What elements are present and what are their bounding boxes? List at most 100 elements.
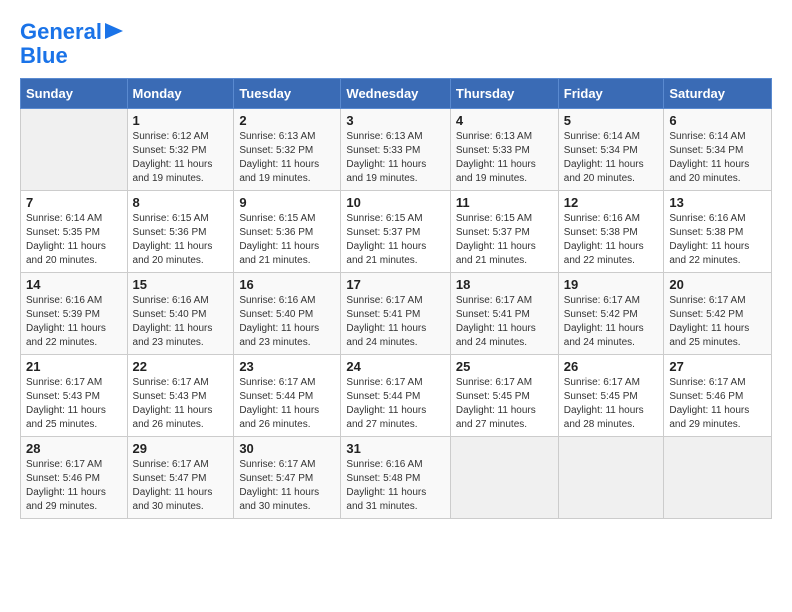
calendar-cell xyxy=(664,437,772,519)
day-info: Sunrise: 6:17 AMSunset: 5:44 PMDaylight:… xyxy=(239,376,335,432)
header-tuesday: Tuesday xyxy=(234,79,341,109)
day-number: 19 xyxy=(564,277,659,292)
day-number: 15 xyxy=(133,277,229,292)
header-sunday: Sunday xyxy=(21,79,128,109)
calendar-header-row: SundayMondayTuesdayWednesdayThursdayFrid… xyxy=(21,79,772,109)
day-number: 4 xyxy=(456,113,553,128)
calendar-body: 1 Sunrise: 6:12 AMSunset: 5:32 PMDaylight… xyxy=(21,109,772,519)
day-number: 29 xyxy=(133,441,229,456)
day-info: Sunrise: 6:16 AMSunset: 5:39 PMDaylight:… xyxy=(26,294,122,350)
calendar-cell: 21Sunrise: 6:17 AMSunset: 5:43 PMDayligh… xyxy=(21,355,128,437)
calendar-cell: 20 Sunrise: 6:17 AMSunset: 5:42 PMDayligh… xyxy=(664,273,772,355)
calendar-cell xyxy=(21,109,128,191)
day-number: 14 xyxy=(26,277,122,292)
day-number: 17 xyxy=(346,277,444,292)
day-number: 18 xyxy=(456,277,553,292)
day-info: Sunrise: 6:16 AMSunset: 5:48 PMDaylight:… xyxy=(346,458,444,514)
calendar-cell: 8 Sunrise: 6:15 AMSunset: 5:36 PMDaylight… xyxy=(127,191,234,273)
day-number: 2 xyxy=(239,113,335,128)
header: General Blue xyxy=(20,20,772,68)
day-number: 22 xyxy=(133,359,229,374)
calendar-cell: 12 Sunrise: 6:16 AMSunset: 5:38 PMDayligh… xyxy=(558,191,664,273)
calendar-cell: 28Sunrise: 6:17 AMSunset: 5:46 PMDayligh… xyxy=(21,437,128,519)
calendar-cell: 9Sunrise: 6:15 AMSunset: 5:36 PMDaylight… xyxy=(234,191,341,273)
day-number: 20 xyxy=(669,277,766,292)
calendar-cell: 31 Sunrise: 6:16 AMSunset: 5:48 PMDayligh… xyxy=(341,437,450,519)
day-info: Sunrise: 6:17 AMSunset: 5:45 PMDaylight:… xyxy=(456,376,553,432)
calendar-cell: 7 Sunrise: 6:14 AMSunset: 5:35 PMDaylight… xyxy=(21,191,128,273)
day-info: Sunrise: 6:15 AMSunset: 5:36 PMDaylight:… xyxy=(133,212,229,268)
calendar-cell: 15 Sunrise: 6:16 AMSunset: 5:40 PMDayligh… xyxy=(127,273,234,355)
day-number: 31 xyxy=(346,441,444,456)
day-info: Sunrise: 6:14 AMSunset: 5:35 PMDaylight:… xyxy=(26,212,122,268)
calendar-cell: 1 Sunrise: 6:12 AMSunset: 5:32 PMDaylight… xyxy=(127,109,234,191)
calendar-table: SundayMondayTuesdayWednesdayThursdayFrid… xyxy=(20,78,772,519)
calendar-cell: 10 Sunrise: 6:15 AMSunset: 5:37 PMDayligh… xyxy=(341,191,450,273)
day-number: 7 xyxy=(26,195,122,210)
day-info: Sunrise: 6:13 AMSunset: 5:33 PMDaylight:… xyxy=(456,130,553,186)
calendar-week-4: 21 Sunrise: 6:17 AMSunset: 5:43 PMDayligh… xyxy=(21,355,772,437)
day-number: 16 xyxy=(239,277,335,292)
day-info: Sunrise: 6:17 AMSunset: 5:41 PMDaylight:… xyxy=(346,294,444,350)
day-info: Sunrise: 6:17 AMSunset: 5:45 PMDaylight:… xyxy=(564,376,659,432)
day-number: 25 xyxy=(456,359,553,374)
calendar-cell: 17 Sunrise: 6:17 AMSunset: 5:41 PMDayligh… xyxy=(341,273,450,355)
calendar-cell: 26 Sunrise: 6:17 AMSunset: 5:45 PMDayligh… xyxy=(558,355,664,437)
calendar-cell: 5 Sunrise: 6:14 AMSunset: 5:34 PMDaylight… xyxy=(558,109,664,191)
header-saturday: Saturday xyxy=(664,79,772,109)
calendar-cell: 24 Sunrise: 6:17 AMSunset: 5:44 PMDayligh… xyxy=(341,355,450,437)
day-number: 3 xyxy=(346,113,444,128)
calendar-cell: 19Sunrise: 6:17 AMSunset: 5:42 PMDayligh… xyxy=(558,273,664,355)
calendar-cell: 6Sunrise: 6:14 AMSunset: 5:34 PMDaylight… xyxy=(664,109,772,191)
day-info: Sunrise: 6:17 AMSunset: 5:41 PMDaylight:… xyxy=(456,294,553,350)
day-info: Sunrise: 6:16 AMSunset: 5:38 PMDaylight:… xyxy=(564,212,659,268)
day-info: Sunrise: 6:12 AMSunset: 5:32 PMDaylight:… xyxy=(133,130,229,186)
calendar-cell: 25 Sunrise: 6:17 AMSunset: 5:45 PMDayligh… xyxy=(450,355,558,437)
day-info: Sunrise: 6:14 AMSunset: 5:34 PMDaylight:… xyxy=(564,130,659,186)
day-info: Sunrise: 6:16 AMSunset: 5:38 PMDaylight:… xyxy=(669,212,766,268)
logo-arrow-icon xyxy=(105,23,123,39)
day-number: 10 xyxy=(346,195,444,210)
calendar-week-1: 1 Sunrise: 6:12 AMSunset: 5:32 PMDaylight… xyxy=(21,109,772,191)
day-number: 5 xyxy=(564,113,659,128)
calendar-week-2: 7 Sunrise: 6:14 AMSunset: 5:35 PMDaylight… xyxy=(21,191,772,273)
calendar-week-5: 28Sunrise: 6:17 AMSunset: 5:46 PMDayligh… xyxy=(21,437,772,519)
day-number: 26 xyxy=(564,359,659,374)
header-thursday: Thursday xyxy=(450,79,558,109)
day-number: 30 xyxy=(239,441,335,456)
day-info: Sunrise: 6:17 AMSunset: 5:47 PMDaylight:… xyxy=(239,458,335,514)
day-info: Sunrise: 6:15 AMSunset: 5:37 PMDaylight:… xyxy=(346,212,444,268)
day-number: 12 xyxy=(564,195,659,210)
calendar-cell: 11Sunrise: 6:15 AMSunset: 5:37 PMDayligh… xyxy=(450,191,558,273)
day-number: 21 xyxy=(26,359,122,374)
calendar-cell: 18 Sunrise: 6:17 AMSunset: 5:41 PMDayligh… xyxy=(450,273,558,355)
day-info: Sunrise: 6:16 AMSunset: 5:40 PMDaylight:… xyxy=(239,294,335,350)
day-info: Sunrise: 6:13 AMSunset: 5:32 PMDaylight:… xyxy=(239,130,335,186)
day-number: 9 xyxy=(239,195,335,210)
calendar-week-3: 14 Sunrise: 6:16 AMSunset: 5:39 PMDayligh… xyxy=(21,273,772,355)
day-number: 13 xyxy=(669,195,766,210)
day-info: Sunrise: 6:17 AMSunset: 5:47 PMDaylight:… xyxy=(133,458,229,514)
day-info: Sunrise: 6:13 AMSunset: 5:33 PMDaylight:… xyxy=(346,130,444,186)
header-monday: Monday xyxy=(127,79,234,109)
calendar-cell: 14 Sunrise: 6:16 AMSunset: 5:39 PMDayligh… xyxy=(21,273,128,355)
day-info: Sunrise: 6:17 AMSunset: 5:43 PMDaylight:… xyxy=(133,376,229,432)
day-number: 11 xyxy=(456,195,553,210)
day-info: Sunrise: 6:17 AMSunset: 5:46 PMDaylight:… xyxy=(26,458,122,514)
calendar-cell: 30 Sunrise: 6:17 AMSunset: 5:47 PMDayligh… xyxy=(234,437,341,519)
day-number: 27 xyxy=(669,359,766,374)
day-info: Sunrise: 6:17 AMSunset: 5:44 PMDaylight:… xyxy=(346,376,444,432)
calendar-cell: 13 Sunrise: 6:16 AMSunset: 5:38 PMDayligh… xyxy=(664,191,772,273)
calendar-cell: 3 Sunrise: 6:13 AMSunset: 5:33 PMDaylight… xyxy=(341,109,450,191)
day-number: 8 xyxy=(133,195,229,210)
calendar-cell: 4 Sunrise: 6:13 AMSunset: 5:33 PMDaylight… xyxy=(450,109,558,191)
calendar-cell xyxy=(558,437,664,519)
calendar-cell: 29 Sunrise: 6:17 AMSunset: 5:47 PMDayligh… xyxy=(127,437,234,519)
header-friday: Friday xyxy=(558,79,664,109)
day-info: Sunrise: 6:17 AMSunset: 5:42 PMDaylight:… xyxy=(669,294,766,350)
day-info: Sunrise: 6:16 AMSunset: 5:40 PMDaylight:… xyxy=(133,294,229,350)
day-number: 23 xyxy=(239,359,335,374)
day-number: 6 xyxy=(669,113,766,128)
day-number: 24 xyxy=(346,359,444,374)
day-number: 1 xyxy=(133,113,229,128)
